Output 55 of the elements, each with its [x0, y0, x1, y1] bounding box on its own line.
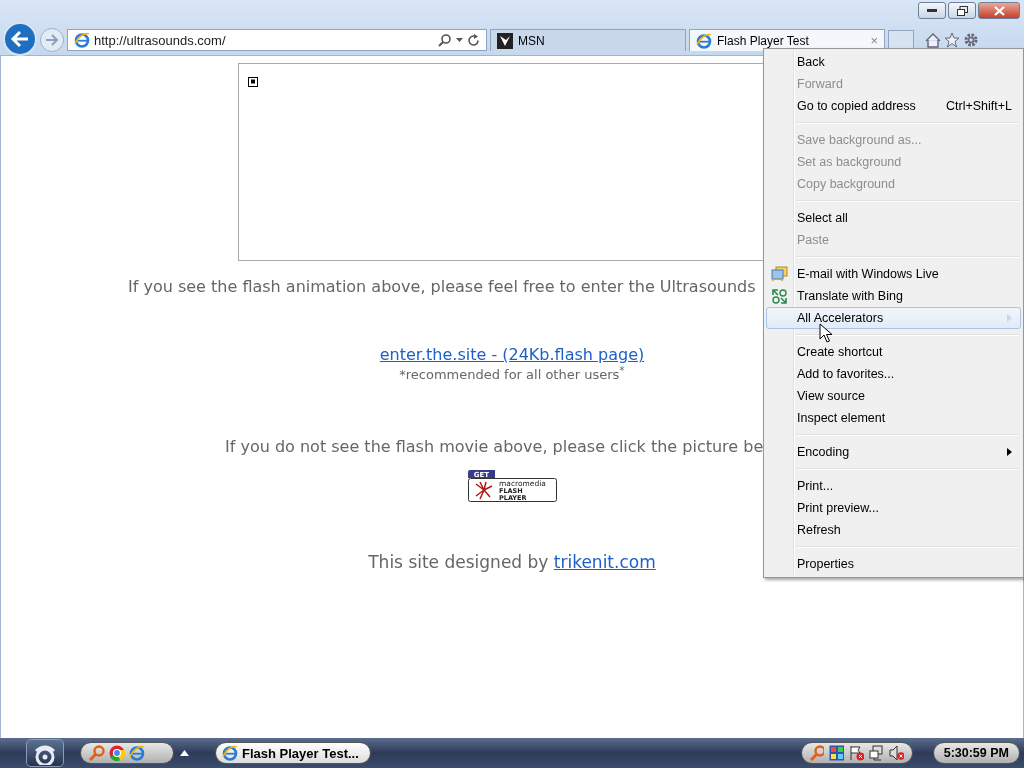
back-button[interactable] [3, 22, 37, 56]
dropdown-icon[interactable] [456, 38, 463, 42]
browser-logo-icon[interactable] [129, 745, 145, 761]
menu-item[interactable]: Encoding [766, 441, 1021, 463]
settings-icon[interactable] [963, 32, 979, 48]
menu-item[interactable]: Print preview... [766, 497, 1021, 519]
home-icon[interactable] [925, 32, 941, 48]
browser-logo-icon [74, 32, 90, 48]
refresh-icon[interactable] [467, 33, 480, 47]
clock: 5:30:59 PM [932, 742, 1020, 764]
back-arrow-icon [10, 30, 30, 48]
recommendation-note: *recommended for all other users$^{*}$ [399, 367, 625, 383]
chrome-browser-icon[interactable] [109, 745, 125, 761]
menu-item[interactable]: Properties [766, 553, 1021, 575]
flag-error-icon[interactable] [849, 745, 865, 761]
browser-logo-icon [696, 32, 712, 49]
designer-link[interactable]: trikenit.com [553, 552, 656, 573]
close-button[interactable] [978, 2, 1020, 19]
menu-item[interactable]: Print... [766, 475, 1021, 497]
intro-text: If you see the flash animation above, please feel free to enter the Ultrasounds [128, 277, 756, 296]
menu-item[interactable]: Add to favorites... [766, 363, 1021, 385]
menu-item[interactable]: Select all [766, 207, 1021, 229]
network-icon[interactable] [869, 745, 884, 761]
enter-site-link[interactable]: enter.the.site - (24Kb.flash page) [379, 345, 645, 364]
menu-item[interactable]: Translate with Bing [766, 285, 1021, 307]
search-icon[interactable] [438, 33, 452, 47]
restore-button[interactable] [948, 2, 976, 19]
address-field[interactable]: http://ultrasounds.com/ [67, 29, 487, 51]
taskbar-button[interactable]: Flash Player Test... [215, 742, 371, 764]
translate-icon [771, 288, 788, 305]
browser-tab[interactable]: Flash Player Test × [689, 29, 885, 51]
browser-tab[interactable]: MSN [490, 29, 686, 51]
menu-item[interactable]: Inspect element [766, 407, 1021, 429]
start-button[interactable] [26, 739, 64, 767]
fallback-text: If you do not see the flash movie above, please click the picture be [225, 437, 764, 457]
menu-item[interactable]: Go to copied address Ctrl+Shift+L [766, 95, 1021, 117]
mail-icon [771, 266, 788, 282]
minimize-button[interactable] [918, 2, 946, 19]
browser-logo-icon [222, 745, 238, 761]
menu-item[interactable]: Create shortcut [766, 341, 1021, 363]
minimize-icon [927, 8, 937, 13]
grid-icon[interactable] [829, 745, 845, 761]
restore-icon [956, 5, 968, 16]
close-icon [993, 5, 1005, 16]
forward-arrow-icon [45, 34, 59, 46]
menu-item[interactable]: Back [766, 51, 1021, 73]
credit-text: This site designed by trikenit.com [368, 552, 656, 573]
menu-item[interactable]: View source [766, 385, 1021, 407]
speaker-muted-icon[interactable] [888, 745, 904, 761]
placeholder-icon [248, 77, 258, 87]
star-icon[interactable] [944, 32, 960, 48]
tab-close-icon[interactable]: × [870, 33, 878, 48]
menu-item[interactable]: Refresh [766, 519, 1021, 541]
menu-item[interactable]: E-mail with Windows Live [766, 263, 1021, 285]
up-arrow-icon[interactable] [180, 750, 189, 756]
